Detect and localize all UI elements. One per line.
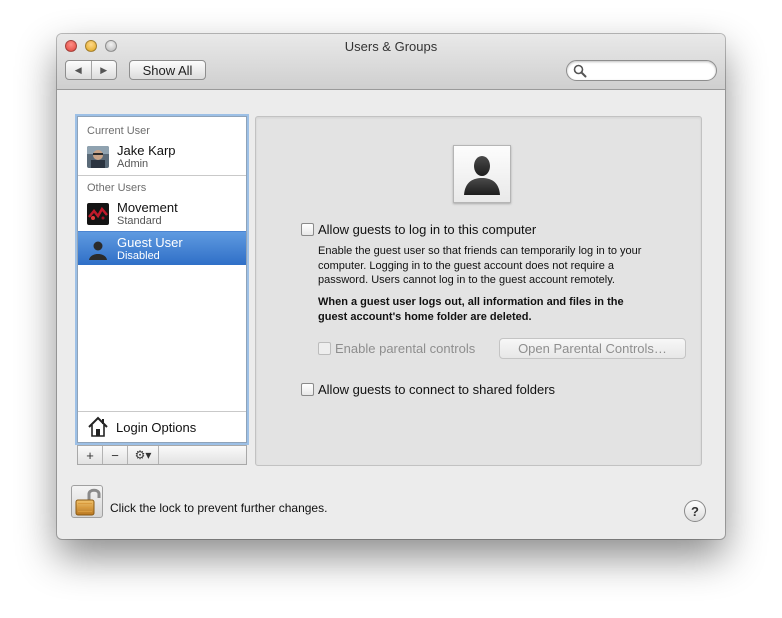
user-photo-avatar bbox=[87, 146, 109, 168]
unlocked-padlock-icon bbox=[75, 488, 101, 516]
back-button[interactable]: ◀ bbox=[66, 61, 91, 79]
login-options-label: Login Options bbox=[116, 420, 197, 435]
allow-shared-folders-label[interactable]: Allow guests to connect to shared folder… bbox=[318, 382, 555, 397]
user-row-jake-karp[interactable]: Jake Karp Admin bbox=[78, 140, 246, 174]
users-list: Current User Jake Karp Admin Other Users bbox=[77, 116, 247, 443]
description-line: computer. Logging in to the guest accoun… bbox=[318, 259, 614, 272]
guest-description: Enable the guest user so that friends ca… bbox=[318, 244, 688, 288]
warning-line: When a guest user logs out, all informat… bbox=[318, 296, 624, 308]
guest-picture-well[interactable] bbox=[453, 145, 511, 203]
window-title: Users & Groups bbox=[344, 39, 438, 54]
search-icon bbox=[573, 64, 587, 78]
description-line: password. Users cannot log in to the gue… bbox=[318, 274, 615, 286]
back-arrow-icon: ◀ bbox=[74, 64, 82, 75]
user-name: Jake Karp bbox=[117, 143, 176, 158]
lock-status-text: Click the lock to prevent further change… bbox=[110, 501, 328, 515]
gear-icon: ⚙▾ bbox=[134, 448, 152, 462]
add-user-button[interactable]: + bbox=[78, 446, 103, 464]
action-menu-button[interactable]: ⚙▾ bbox=[128, 446, 159, 464]
login-options-item[interactable]: Login Options bbox=[78, 411, 246, 442]
user-row-movement[interactable]: Movement Standard bbox=[78, 197, 246, 231]
open-parental-controls-button: Open Parental Controls… bbox=[499, 338, 686, 359]
show-all-button[interactable]: Show All bbox=[129, 60, 206, 80]
allow-guests-login-checkbox[interactable] bbox=[301, 223, 314, 236]
parental-controls-checkbox bbox=[318, 342, 331, 355]
house-icon bbox=[88, 416, 108, 437]
remove-user-button[interactable]: − bbox=[103, 446, 128, 464]
user-role: Admin bbox=[117, 158, 149, 170]
current-user-header: Current User bbox=[87, 125, 150, 137]
user-role: Disabled bbox=[117, 250, 160, 262]
guest-silhouette-icon bbox=[464, 156, 500, 195]
description-line: Enable the guest user so that friends ca… bbox=[318, 245, 642, 257]
divider bbox=[78, 175, 246, 176]
parental-controls-label: Enable parental controls bbox=[335, 341, 476, 356]
sidebar-tools: + − ⚙▾ bbox=[77, 445, 247, 465]
help-button[interactable]: ? bbox=[684, 500, 706, 522]
allow-shared-folders-checkbox[interactable] bbox=[301, 383, 314, 396]
allow-guests-login-label[interactable]: Allow guests to log in to this computer bbox=[318, 222, 536, 237]
nav-segment: ◀ ▶ bbox=[65, 60, 117, 80]
user-name: Guest User bbox=[117, 235, 183, 250]
users-groups-window: Users & Groups ◀ ▶ Show All Current User bbox=[57, 34, 725, 539]
titlebar: Users & Groups ◀ ▶ Show All bbox=[57, 34, 725, 90]
warning-line: guest account's home folder are deleted. bbox=[318, 310, 532, 323]
forward-arrow-icon: ▶ bbox=[100, 64, 108, 75]
lock-button[interactable] bbox=[71, 485, 103, 518]
guest-settings-panel: Allow guests to log in to this computer … bbox=[255, 116, 702, 466]
search-input[interactable] bbox=[566, 60, 717, 81]
user-row-guest-user[interactable]: Guest User Disabled bbox=[78, 231, 246, 265]
user-name: Movement bbox=[117, 200, 178, 215]
user-role: Standard bbox=[117, 215, 162, 227]
forward-button[interactable]: ▶ bbox=[90, 61, 117, 79]
guest-silhouette-avatar bbox=[87, 238, 109, 260]
guest-warning: When a guest user logs out, all informat… bbox=[318, 295, 688, 324]
red-abstract-avatar bbox=[87, 203, 109, 225]
other-users-header: Other Users bbox=[87, 182, 147, 194]
